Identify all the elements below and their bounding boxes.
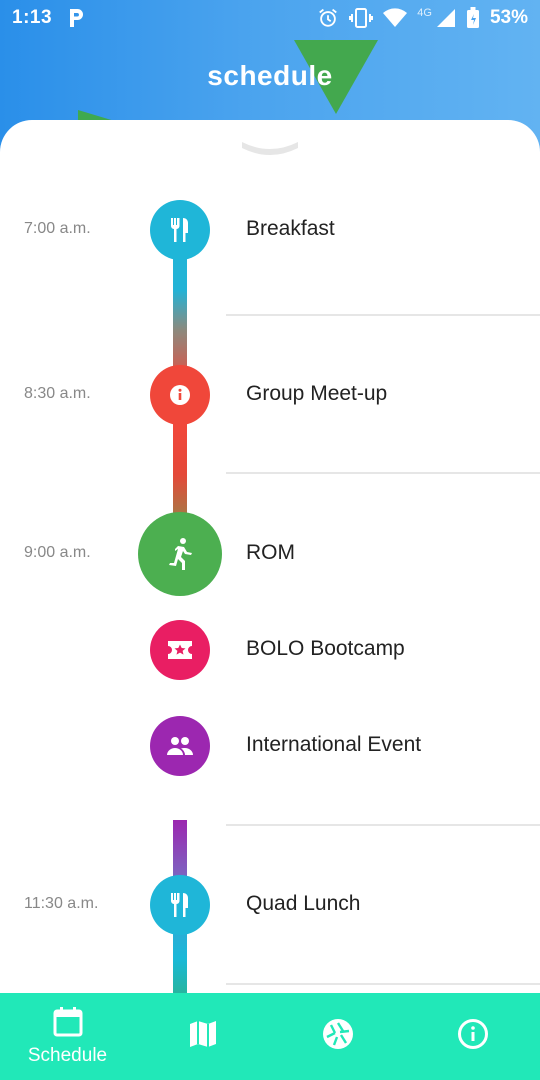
event-title: Group Meet-up [246, 382, 388, 405]
event-title: BOLO Bootcamp [246, 637, 405, 660]
status-bar: 1:13 4G 53% [0, 0, 540, 36]
ticket-icon [150, 620, 210, 680]
schedule-event-breakfast[interactable]: 7:00 a.m. Breakfast [0, 200, 540, 260]
calendar-icon [52, 1006, 84, 1043]
wifi-icon [383, 8, 408, 28]
event-title: International Event [246, 733, 422, 756]
map-icon [188, 1019, 218, 1054]
info-icon [150, 365, 210, 425]
network-type: 4G [417, 7, 432, 19]
schedule-event-bolo-bootcamp[interactable]: BOLO Bootcamp [0, 620, 540, 680]
schedule-event-quad-lunch[interactable]: 11:30 a.m. Quad Lunch [0, 875, 540, 935]
divider [226, 824, 540, 826]
nav-item-map[interactable] [135, 993, 270, 1080]
bottom-navigation: Schedule [0, 993, 540, 1080]
schedule-card[interactable]: 7:00 a.m. Breakfast 8:30 a.m. Group Meet… [0, 120, 540, 993]
restaurant-icon [150, 875, 210, 935]
restaurant-icon [150, 200, 210, 260]
schedule-timeline: 7:00 a.m. Breakfast 8:30 a.m. Group Meet… [0, 120, 540, 993]
schedule-event-rom[interactable]: 9:00 a.m. ROM [0, 512, 540, 596]
status-time: 1:13 [12, 7, 53, 28]
nav-item-camera[interactable] [270, 993, 405, 1080]
divider [226, 314, 540, 316]
page-title: schedule [207, 60, 333, 91]
event-time: 11:30 a.m. [24, 895, 99, 912]
nav-item-schedule[interactable]: Schedule [0, 993, 135, 1080]
vibrate-icon [349, 7, 374, 29]
signal-icon [436, 8, 456, 28]
info-icon [457, 1018, 489, 1055]
run-icon [138, 512, 222, 596]
event-title: ROM [246, 541, 295, 564]
event-title: Quad Lunch [246, 892, 361, 915]
schedule-event-group-meetup[interactable]: 8:30 a.m. Group Meet-up [0, 365, 540, 425]
battery-percent: 53% [489, 7, 528, 28]
nav-label-schedule: Schedule [27, 1045, 108, 1066]
p-icon [66, 7, 88, 29]
event-time: 9:00 a.m. [24, 544, 91, 561]
battery-icon [466, 7, 480, 29]
event-title: Breakfast [246, 217, 335, 240]
divider [226, 472, 540, 474]
group-icon [150, 716, 210, 776]
shutter-icon [322, 1018, 354, 1055]
alarm-icon [317, 7, 339, 29]
schedule-event-international[interactable]: International Event [0, 716, 540, 776]
event-time: 7:00 a.m. [24, 220, 91, 237]
nav-item-info[interactable] [405, 993, 540, 1080]
event-time: 8:30 a.m. [24, 385, 91, 402]
divider [226, 983, 540, 985]
